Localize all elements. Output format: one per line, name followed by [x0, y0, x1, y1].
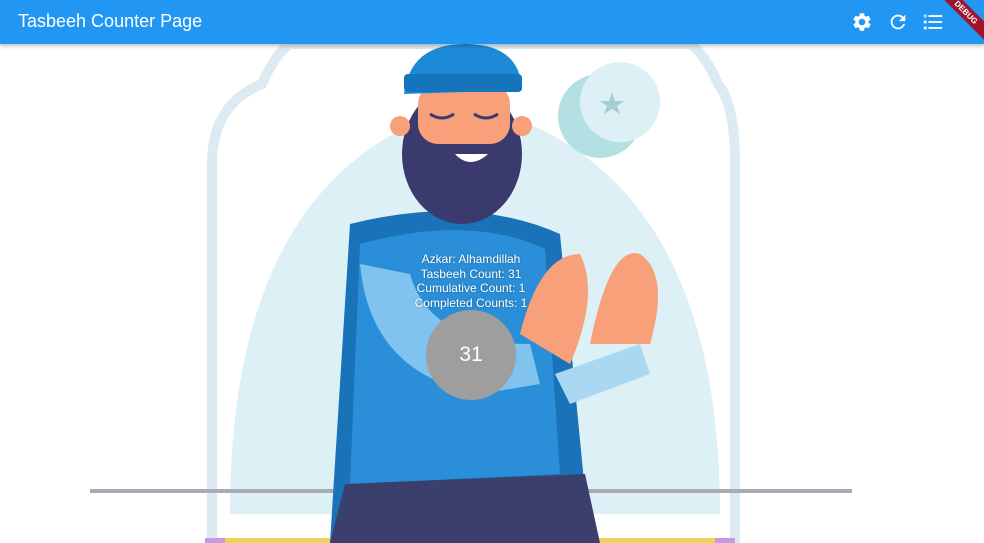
app-bar: Tasbeeh Counter Page	[0, 0, 984, 44]
list-icon	[923, 14, 943, 30]
gear-icon	[853, 13, 871, 31]
settings-button[interactable]	[848, 8, 876, 36]
azkar-label: Azkar: Alhamdillah	[421, 252, 521, 266]
list-button[interactable]	[919, 8, 947, 36]
counter-button[interactable]: 31	[426, 310, 516, 400]
counter-value: 31	[459, 343, 483, 366]
tasbeeh-info: Azkar: Alhamdillah Tasbeeh Count: 31 Cum…	[371, 252, 571, 310]
refresh-button[interactable]	[884, 8, 912, 36]
cumulative-count-label: Cumulative Count: 1	[416, 281, 526, 295]
tasbeeh-count-label: Tasbeeh Count: 31	[420, 266, 522, 281]
completed-counts-label: Completed Counts: 1	[414, 295, 528, 310]
page-title: Tasbeeh Counter Page	[18, 11, 203, 31]
refresh-icon	[890, 14, 906, 30]
